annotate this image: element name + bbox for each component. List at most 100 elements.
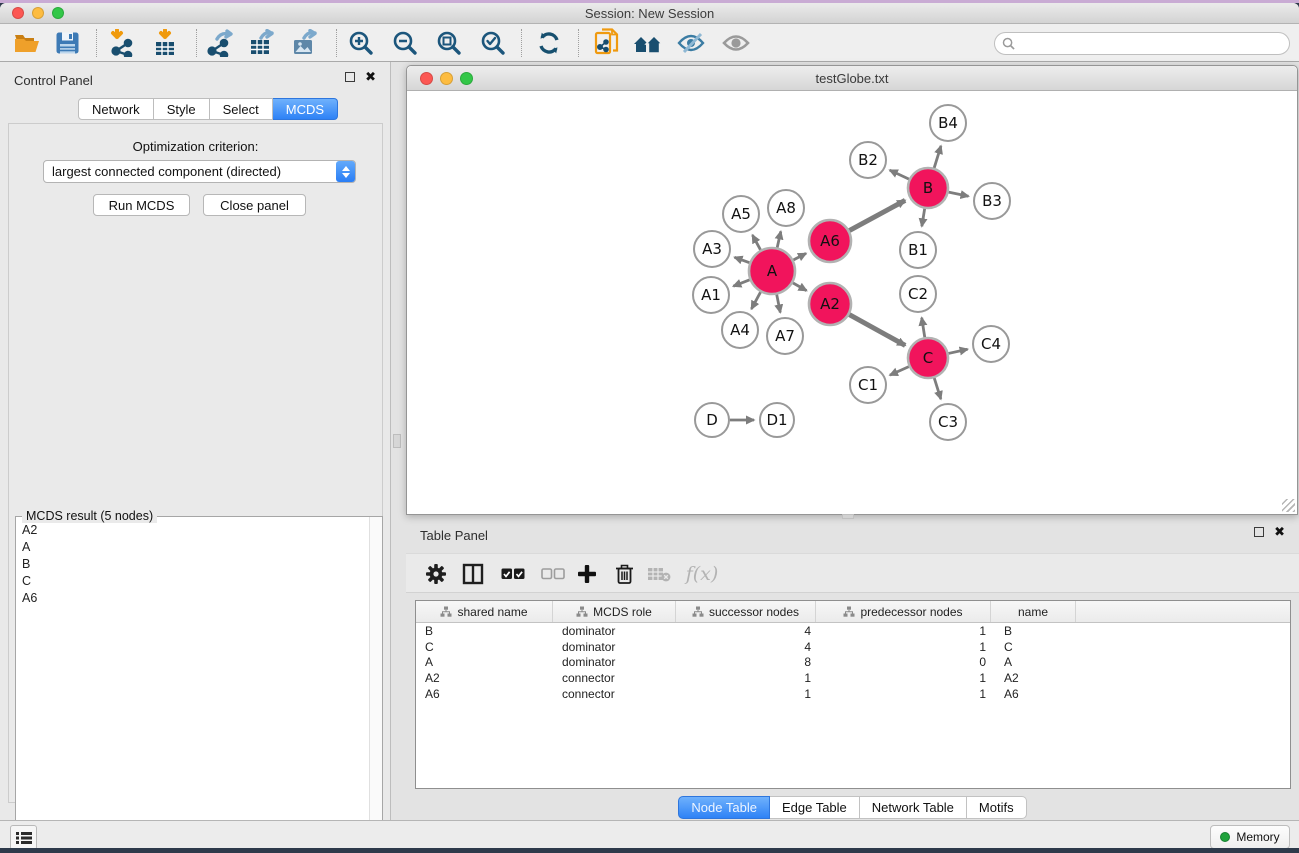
- graph-node-A8[interactable]: A8: [768, 190, 804, 226]
- tab-network[interactable]: Network: [78, 98, 154, 120]
- table-cell[interactable]: 4: [676, 640, 816, 654]
- graph-edge-A-A3[interactable]: [735, 257, 750, 262]
- graph-edge-A-A7[interactable]: [777, 295, 781, 313]
- table-cell[interactable]: A6: [991, 687, 1076, 701]
- graph-node-D[interactable]: D: [695, 403, 729, 437]
- graph-node-B4[interactable]: B4: [930, 105, 966, 141]
- graph-node-A[interactable]: A: [749, 248, 795, 294]
- mcds-scrollbar[interactable]: [369, 517, 382, 848]
- column-header-name[interactable]: name: [991, 601, 1076, 622]
- tab-mcds[interactable]: MCDS: [273, 98, 338, 120]
- mcds-result-item[interactable]: A6: [17, 589, 368, 606]
- show-column-icon[interactable]: [458, 560, 488, 588]
- table-cell[interactable]: A2: [991, 671, 1076, 685]
- add-column-icon[interactable]: [572, 560, 602, 588]
- table-cell[interactable]: dominator: [553, 624, 676, 638]
- zoom-fit-icon[interactable]: [432, 28, 466, 58]
- graph-node-C4[interactable]: C4: [973, 326, 1009, 362]
- graph-edge-A-A8[interactable]: [777, 231, 781, 247]
- column-header-successor-nodes[interactable]: successor nodes: [676, 601, 816, 622]
- column-header-shared-name[interactable]: shared name: [416, 601, 553, 622]
- graph-node-A5[interactable]: A5: [723, 196, 759, 232]
- zoom-selected-icon[interactable]: [476, 28, 510, 58]
- table-cell[interactable]: connector: [553, 687, 676, 701]
- graph-node-A7[interactable]: A7: [767, 318, 803, 354]
- import-table-icon[interactable]: [148, 28, 182, 58]
- column-header-MCDS-role[interactable]: MCDS role: [553, 601, 676, 622]
- table-cell[interactable]: A: [416, 655, 553, 669]
- graph-edge-A2-C[interactable]: [849, 315, 905, 346]
- graph-edge-A-A4[interactable]: [751, 292, 760, 309]
- zoom-out-icon[interactable]: [388, 28, 422, 58]
- graph-node-A3[interactable]: A3: [694, 231, 730, 267]
- table-cell[interactable]: C: [416, 640, 553, 654]
- graph-edge-A-A2[interactable]: [793, 283, 807, 291]
- table-cell[interactable]: A: [991, 655, 1076, 669]
- splitter-grip[interactable]: [393, 434, 401, 448]
- save-icon[interactable]: [50, 28, 84, 58]
- graph-node-A6[interactable]: A6: [809, 220, 851, 262]
- float-table-panel-icon[interactable]: [1254, 527, 1264, 537]
- table-cell[interactable]: A6: [416, 687, 553, 701]
- graph-edge-C-C4[interactable]: [948, 349, 967, 353]
- search-field[interactable]: [994, 32, 1290, 55]
- table-cell[interactable]: 1: [816, 640, 991, 654]
- close-panel-icon[interactable]: ✖: [365, 72, 376, 82]
- export-image-icon[interactable]: [288, 28, 322, 58]
- graph-node-C[interactable]: C: [908, 338, 948, 378]
- table-cell[interactable]: C: [991, 640, 1076, 654]
- mcds-result-item[interactable]: A2: [17, 521, 368, 538]
- select-all-checkboxes-icon[interactable]: [498, 560, 528, 588]
- network-canvas[interactable]: B4B2BB3A5A8A6B1A3AC2A1A2A4A7C4CC1C3DD1: [407, 91, 1297, 514]
- tab-edge-table[interactable]: Edge Table: [770, 796, 860, 819]
- tab-style[interactable]: Style: [154, 98, 210, 120]
- hide-selected-eye-icon[interactable]: [674, 28, 708, 58]
- table-cell[interactable]: A2: [416, 671, 553, 685]
- table-cell[interactable]: 1: [676, 671, 816, 685]
- search-input[interactable]: [1019, 37, 1289, 51]
- graph-edge-A-A6[interactable]: [793, 253, 806, 260]
- table-cell[interactable]: 1: [676, 687, 816, 701]
- column-header-predecessor-nodes[interactable]: predecessor nodes: [816, 601, 991, 622]
- open-folder-icon[interactable]: [10, 28, 44, 58]
- import-network-icon[interactable]: [105, 28, 139, 58]
- table-cell[interactable]: dominator: [553, 655, 676, 669]
- graph-node-A2[interactable]: A2: [809, 283, 851, 325]
- table-cell[interactable]: B: [416, 624, 553, 638]
- refresh-icon[interactable]: [532, 28, 566, 58]
- graph-edge-A-A1[interactable]: [733, 280, 749, 286]
- memory-button[interactable]: Memory: [1210, 825, 1290, 848]
- graph-node-B3[interactable]: B3: [974, 183, 1010, 219]
- graph-edge-A6-B[interactable]: [849, 200, 905, 230]
- table-cell[interactable]: 4: [676, 624, 816, 638]
- tab-motifs[interactable]: Motifs: [967, 796, 1027, 819]
- graph-edge-B-B2[interactable]: [890, 170, 909, 179]
- graph-edge-B-B4[interactable]: [934, 146, 941, 168]
- close-table-panel-icon[interactable]: ✖: [1274, 527, 1285, 537]
- new-network-from-selection-icon[interactable]: [590, 28, 624, 58]
- graph-edge-B-B1[interactable]: [922, 209, 925, 227]
- graph-node-A4[interactable]: A4: [722, 312, 758, 348]
- first-neighbors-icon[interactable]: [631, 28, 665, 58]
- table-row[interactable]: Bdominator41B: [416, 623, 1290, 639]
- close-panel-button[interactable]: Close panel: [203, 194, 306, 216]
- delete-column-trash-icon[interactable]: [609, 560, 639, 588]
- export-table-icon[interactable]: [245, 28, 279, 58]
- mcds-result-item[interactable]: B: [17, 555, 368, 572]
- zoom-in-icon[interactable]: [344, 28, 378, 58]
- graph-edge-C-C2[interactable]: [922, 318, 925, 338]
- mcds-result-item[interactable]: A: [17, 538, 368, 555]
- graph-node-C3[interactable]: C3: [930, 404, 966, 440]
- tab-select[interactable]: Select: [210, 98, 273, 120]
- graph-edge-B-B3[interactable]: [949, 192, 969, 196]
- graph-node-D1[interactable]: D1: [760, 403, 794, 437]
- table-row[interactable]: Adominator80A: [416, 655, 1290, 671]
- graph-node-A1[interactable]: A1: [693, 277, 729, 313]
- graph-node-C1[interactable]: C1: [850, 367, 886, 403]
- graph-edge-C-C3[interactable]: [934, 378, 941, 399]
- tab-node-table[interactable]: Node Table: [678, 796, 770, 819]
- table-cell[interactable]: dominator: [553, 640, 676, 654]
- show-all-eye-icon[interactable]: [719, 28, 753, 58]
- table-row[interactable]: Cdominator41C: [416, 639, 1290, 655]
- task-history-button[interactable]: [10, 825, 37, 848]
